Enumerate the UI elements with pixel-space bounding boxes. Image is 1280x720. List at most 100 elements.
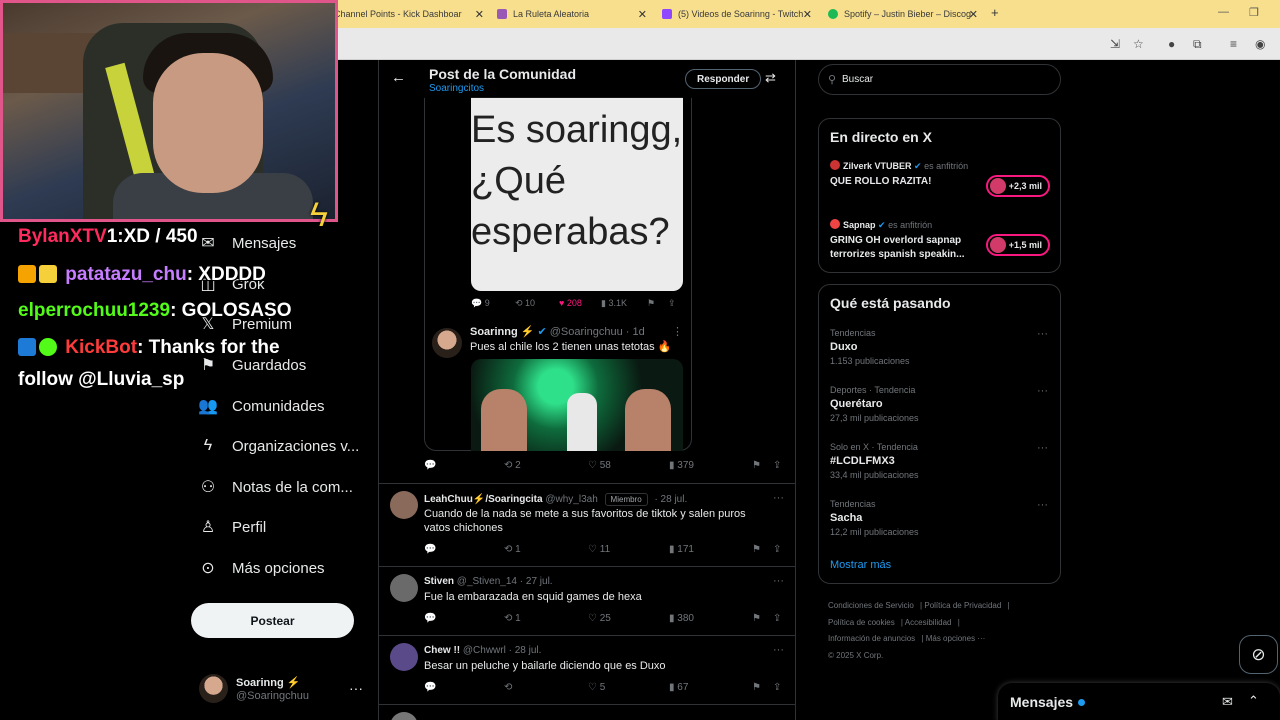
reply-post-partial[interactable] [379,705,795,720]
show-more-link[interactable]: Mostrar más [830,559,891,571]
more-icon[interactable]: ··· [1037,328,1048,340]
nav-comunidades[interactable]: 👥 Comunidades [198,397,325,416]
reply-icon[interactable]: 💬 [424,682,436,693]
grok-float-button[interactable]: ⊘ [1239,635,1278,674]
share-icon[interactable]: ⇪ [773,460,781,471]
new-message-icon[interactable]: ✉ [1222,694,1233,710]
more-icon[interactable]: ··· [1037,385,1048,397]
listeners-pill[interactable]: +2,3 mil [986,175,1050,197]
close-tab-icon[interactable]: ✕ [638,8,647,21]
media-icon[interactable]: ≡ [1230,37,1237,51]
listeners-pill[interactable]: +1,5 mil [986,234,1050,256]
views-stat[interactable]: ▮ 379 [669,460,694,471]
like-count[interactable]: ♥ 208 [559,298,582,308]
tab-spotify[interactable]: Spotify – Justin Bieber – Discog ✕ [828,4,978,24]
chat-text: : XDDDD [186,264,266,285]
share-icon[interactable]: ⇪ [773,544,781,555]
view-count[interactable]: ▮ 3.1K [601,298,627,309]
share-icon[interactable]: ⇪ [773,682,781,693]
like-button[interactable]: ♡ 25 [588,613,611,624]
install-icon[interactable]: ⇲ [1110,37,1120,51]
share-icon[interactable]: ⇪ [668,298,676,309]
meme-image[interactable]: Es soaringg, ¿Qué esperabas? [471,97,683,291]
messages-drawer[interactable]: Mensajes ✉ ⌃ [998,683,1280,720]
nav-perfil[interactable]: ♙ Perfil [199,518,266,537]
more-icon[interactable]: ··· [773,644,784,656]
lightning-icon: ϟ [203,437,213,454]
like-count-value: 58 [599,460,611,471]
nav-organizaciones[interactable]: ϟ Organizaciones v... [199,437,360,455]
like-button[interactable]: ♡ 5 [588,682,605,693]
views-stat[interactable]: ▮ 171 [669,544,694,555]
tab-ruleta[interactable]: La Ruleta Aleatoria ✕ [497,4,647,24]
like-button[interactable]: ♡ 58 [588,460,611,471]
reply-post[interactable]: LeahChuu⚡/Soaringcita @why_l3ah Miembro … [379,484,795,566]
search-input[interactable]: ⚲ Buscar [818,64,1061,95]
new-tab-button[interactable]: + [991,5,999,20]
minimize-icon[interactable]: — [1218,6,1229,18]
more-icon[interactable]: ⋮ [672,325,683,338]
bookmark-icon[interactable]: ⚑ [752,613,761,624]
close-tab-icon[interactable]: ✕ [475,8,484,21]
bookmark-icon[interactable]: ⚑ [752,460,761,471]
repost-button[interactable]: ⟲ [504,682,512,693]
reply-icon[interactable]: 💬 [424,613,436,624]
back-arrow-icon[interactable]: ← [391,69,406,86]
tab-twitch[interactable]: (5) Videos de Soarinng - Twitch ✕ [662,4,812,24]
more-icon[interactable]: ··· [773,492,784,504]
reply-icon[interactable]: 💬 [424,544,436,555]
bookmark-icon[interactable]: ⚑ [752,544,761,555]
trend-name: Sacha [830,512,863,524]
repost-button[interactable]: ⟲ 2 [504,460,521,471]
reply-meta: Stiven @_Stiven_14 · 27 jul. [424,576,553,587]
bookmark-icon[interactable]: ⚑ [647,298,655,309]
close-tab-icon[interactable]: ✕ [803,8,812,21]
nav-mensajes[interactable]: ✉ Mensajes [199,234,296,253]
more-icon[interactable]: ··· [349,680,363,696]
footer-links: Condiciones de Servicio | Política de Pr… [828,601,1010,660]
reply-post[interactable]: Chew !! @Chwwrl · 28 jul. ··· Besar un p… [379,636,795,704]
post-button[interactable]: Postear [191,603,354,638]
author-name: Soarinng ⚡ [470,326,535,338]
reply-icon[interactable]: 💬 [424,460,436,471]
settings-sliders-icon[interactable]: ⇄ [765,70,776,86]
quoted-post-box[interactable]: Es soaringg, ¿Qué esperabas? 💬 9 ⟲ 10 ♥ … [424,97,692,451]
close-tab-icon[interactable]: ✕ [969,8,978,21]
repost-count[interactable]: ⟲ 10 [515,298,535,309]
expand-icon[interactable]: ⌃ [1248,693,1259,709]
views-stat[interactable]: ▮ 67 [669,682,688,693]
nav-mas-opciones[interactable]: ⊙ Más opciones [199,559,324,578]
puzzle-icon[interactable]: ⧉ [1193,37,1202,52]
footer-link[interactable]: Condiciones de Servicio [828,601,914,610]
reply-count[interactable]: 💬 9 [471,298,490,309]
tab-kick-dashboard[interactable]: Channel Points - Kick Dashboar ✕ [334,4,484,24]
share-icon[interactable]: ⇪ [773,613,781,624]
views-stat[interactable]: ▮ 380 [669,613,694,624]
community-link[interactable]: Soaringcitos [429,83,484,94]
nav-notas[interactable]: ⚇ Notas de la com... [199,478,353,497]
footer-link[interactable]: Política de cookies [828,618,895,627]
like-button[interactable]: ♡ 11 [588,544,610,555]
restore-icon[interactable]: ❐ [1249,6,1259,19]
views-value: 380 [677,613,694,624]
account-name: Soarinng ⚡ [236,677,301,689]
bookmark-star-icon[interactable]: ☆ [1133,37,1144,51]
account-switcher[interactable]: Soarinng ⚡ @Soaringchuu ··· [199,674,369,704]
more-icon[interactable]: ··· [1037,442,1048,454]
repost-button[interactable]: ⟲ 1 [504,544,521,555]
boxing-image[interactable] [471,359,683,451]
profile-avatar-icon[interactable]: ◉ [1255,37,1265,51]
chat-message: elperrochuu1239: GOLOSASO [18,300,291,322]
footer-link[interactable]: Más opciones ··· [926,634,986,643]
post-header: ← Post de la Comunidad Soaringcitos Resp… [379,60,795,98]
bookmark-icon[interactable]: ⚑ [752,682,761,693]
more-icon[interactable]: ··· [1037,499,1048,511]
extension-icon[interactable]: ● [1168,37,1175,51]
reply-post[interactable]: Stiven @_Stiven_14 · 27 jul. ··· Fue la … [379,567,795,635]
footer-link[interactable]: Política de Privacidad [924,601,1001,610]
footer-link[interactable]: Información de anuncios [828,634,915,643]
more-icon[interactable]: ··· [773,575,784,587]
footer-link[interactable]: Accesibilidad [905,618,952,627]
repost-button[interactable]: ⟲ 1 [504,613,521,624]
reply-button[interactable]: Responder [685,69,762,89]
